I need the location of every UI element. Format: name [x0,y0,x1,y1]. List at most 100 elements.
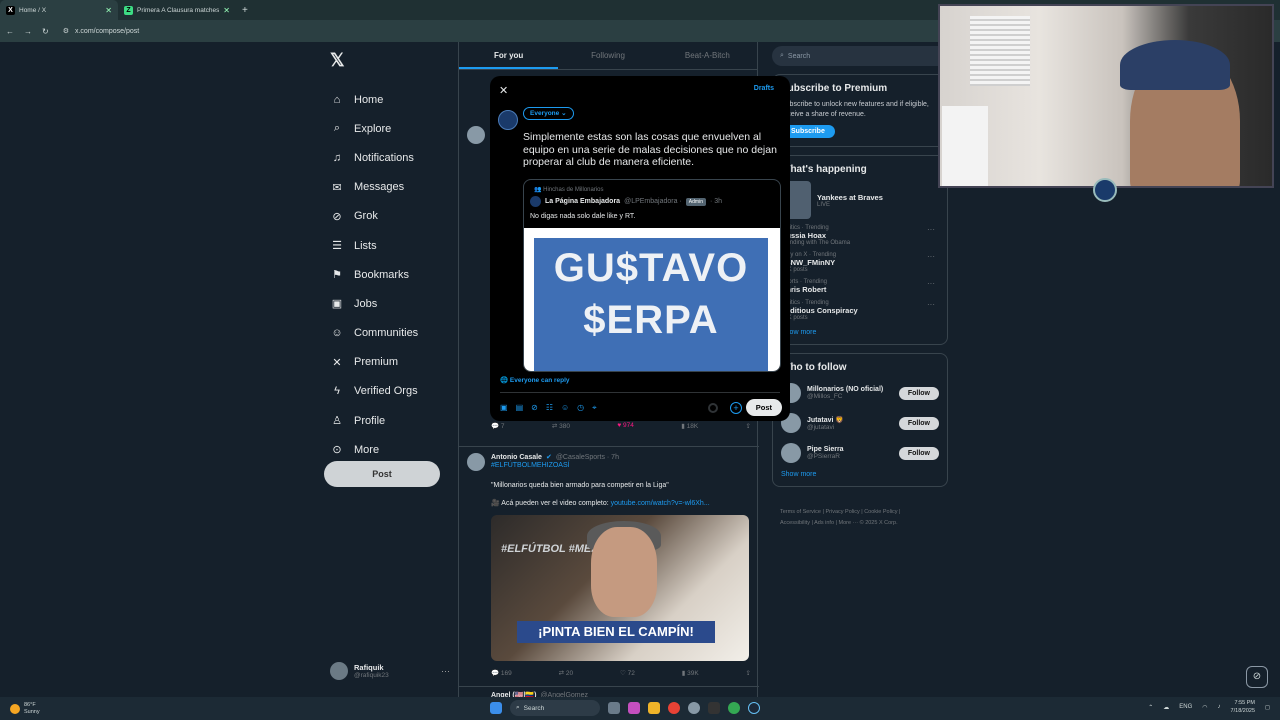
close-icon[interactable]: ✕ [499,84,508,97]
footer-link[interactable]: More ··· [839,520,859,526]
taskbar-search[interactable]: ⌕ Search [510,700,600,716]
tweet-hashtag[interactable]: #ELFÚTBOLMEHIZOASÍ [459,461,759,471]
nav-home[interactable]: ⌂ Home [322,85,452,114]
browser-tab-primera[interactable]: Z Primera A Clausura matches | L ✕ [118,0,236,20]
tab-close-icon[interactable]: ✕ [223,6,230,15]
nav-communities[interactable]: ☺ Communities [322,319,452,348]
browser-tab-home[interactable]: X Home / X ✕ [0,0,118,20]
more-dots-icon[interactable]: ··· [927,300,935,309]
x-logo-icon[interactable]: 𝕏 [330,50,452,71]
file-explorer-icon[interactable] [648,702,660,714]
avatar[interactable] [467,453,485,471]
new-tab-button[interactable]: + [242,5,248,16]
app-icon[interactable] [708,702,720,714]
nav-explore[interactable]: ⌕ Explore [322,114,452,143]
gif-icon[interactable]: ▤ [516,403,524,413]
more-dots-icon[interactable]: ··· [441,666,450,676]
nav-jobs[interactable]: ▣ Jobs [322,289,452,318]
windows-start-icon[interactable] [490,702,502,714]
weather-widget[interactable]: 86°F Sunny [10,702,40,716]
like-icon[interactable]: ♡ 72 [620,669,635,677]
compose-textarea[interactable]: Simplemente estas son las cosas que envu… [523,131,781,169]
tweet-video[interactable]: #ELFÚTBOL #MEHIZO ASÍ ¡PINTA BIEN EL CAM… [491,515,749,661]
more-dots-icon[interactable]: ··· [927,225,935,234]
sidebar-post-button[interactable]: Post [324,461,440,487]
tab-for-you[interactable]: For you [459,42,559,69]
footer-link[interactable]: Ads info [814,520,834,526]
account-switcher[interactable]: Rafiquik @rafiquik23 ··· [330,662,450,680]
chevron-up-icon[interactable]: ⌃ [1148,704,1153,711]
nav-messages[interactable]: ✉ Messages [322,173,452,202]
nav-lists[interactable]: ☰ Lists [322,231,452,260]
follow-button[interactable]: Follow [898,386,939,400]
footer-link[interactable]: Privacy Policy [825,509,859,515]
tweet-author-handle[interactable]: @CasaleSports · 7h [556,454,619,461]
trend-item[interactable]: Politics · Trending Seditious Conspiracy… [781,300,939,321]
audience-selector[interactable]: Everyone ⌄ [523,107,574,120]
grok-icon[interactable]: ⊘ [531,403,538,413]
quoted-post[interactable]: 👥 Hinchas de Millonarios La Página Embaj… [523,179,781,372]
nav-grok[interactable]: ⊘ Grok [322,202,452,231]
image-icon[interactable]: ▣ [500,403,508,413]
avatar[interactable] [467,126,485,144]
footer-link[interactable]: Terms of Service [780,509,821,515]
wifi-icon[interactable]: ◠ [1202,704,1207,711]
copilot-icon[interactable] [628,702,640,714]
footer-link[interactable]: Cookie Policy [864,509,897,515]
add-post-icon[interactable]: + [730,402,742,414]
clock[interactable]: 7:55 PM 7/18/2025 [1231,699,1255,715]
schedule-icon[interactable]: ◷ [577,403,584,413]
tab-beat-a-bitch[interactable]: Beat-A-Bitch [658,42,757,69]
nav-notifications[interactable]: ♫ Notifications [322,143,452,172]
browser-icon[interactable] [728,702,740,714]
url-field[interactable]: ⚙ x.com/compose/post [63,27,139,36]
nav-verified-orgs[interactable]: ϟ Verified Orgs [322,377,452,406]
follow-suggestion[interactable]: Pipe Sierra @PSierraR Follow [781,443,939,463]
share-icon[interactable]: ⇪ [746,422,751,430]
repost-icon[interactable]: ⇄ 20 [559,669,574,677]
tab-close-icon[interactable]: ✕ [105,6,112,15]
reply-setting-button[interactable]: 🌐 Everyone can reply [500,376,570,384]
lang-indicator[interactable]: ENG [1179,704,1192,710]
reply-icon[interactable]: 💬 169 [491,669,512,677]
trend-item[interactable]: Yankees at Braves LIVE [781,181,939,219]
tweet-author-name[interactable]: Antonio Casale [491,454,542,461]
follow-suggestion[interactable]: Millonarios (NO oficial) @Millos_FC Follo… [781,383,939,403]
trend-item[interactable]: Politics · Trending Russia Hoax Trending… [781,225,939,246]
footer-link[interactable]: Accessibility [780,520,810,526]
views-icon[interactable]: ▮ 39K [682,669,699,677]
more-dots-icon[interactable]: ··· [927,252,935,261]
more-dots-icon[interactable]: ··· [927,279,935,288]
settings-icon[interactable] [688,702,700,714]
poll-icon[interactable]: ☷ [546,403,553,413]
share-icon[interactable]: ⇪ [746,669,751,677]
reload-icon[interactable]: ↻ [42,27,49,36]
post-button[interactable]: Post [745,399,782,416]
reply-icon[interactable]: 💬 7 [491,422,505,430]
repost-icon[interactable]: ⇄ 380 [552,422,570,430]
forward-icon[interactable]: → [24,27,32,36]
like-icon[interactable]: ♥ 974 [617,422,634,430]
tab-following[interactable]: Following [558,42,657,69]
nav-bookmarks[interactable]: ⚑ Bookmarks [322,260,452,289]
volume-icon[interactable]: ♪ [1218,704,1221,710]
chrome-icon[interactable] [668,702,680,714]
emoji-icon[interactable]: ☺ [561,403,569,413]
notifications-icon[interactable]: ◻ [1265,704,1270,711]
back-icon[interactable]: ← [6,27,14,36]
site-info-icon[interactable]: ⚙ [63,27,69,35]
cloud-icon[interactable]: ☁ [1163,704,1169,711]
follow-suggestion[interactable]: Jutatavi 🦁 @jutatavi Follow [781,413,939,433]
steam-icon[interactable] [748,702,760,714]
follow-button[interactable]: Follow [898,416,939,430]
location-icon[interactable]: ⌖ [592,403,597,413]
search-input[interactable]: ⌕ Search [772,46,948,66]
follow-show-more-link[interactable]: Show more [781,471,939,478]
follow-button[interactable]: Follow [898,446,939,460]
tweet-link[interactable]: youtube.com/watch?v=-wl6Xh... [611,500,710,507]
grok-floating-icon[interactable]: ⊘ [1246,666,1268,688]
views-icon[interactable]: ▮ 18K [681,422,698,430]
nav-profile[interactable]: ♙ Profile [322,406,452,435]
trend-item[interactable]: Sports · Trending Chris Robert ··· [781,279,939,294]
nav-premium[interactable]: ✕ Premium [322,348,452,377]
